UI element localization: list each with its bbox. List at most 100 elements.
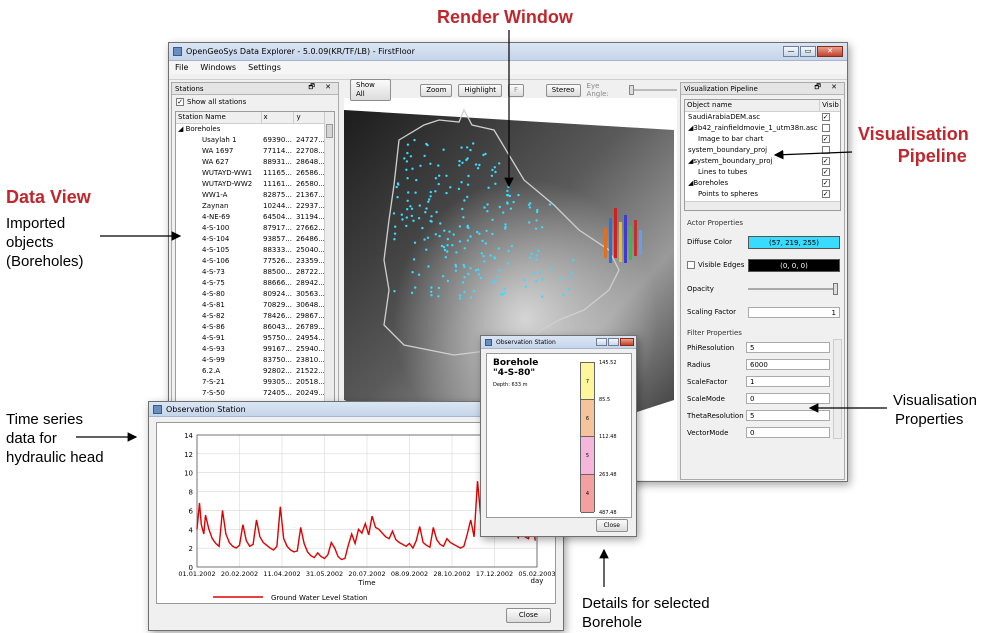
col-visible[interactable]: Visib [819, 100, 840, 112]
station-row[interactable]: 7-S-21 99305... 20518... [176, 376, 334, 387]
borehole-point [507, 185, 510, 189]
filter-value-input[interactable]: 0 [746, 427, 830, 438]
station-row[interactable]: 4-S-81 70829... 30648... [176, 299, 334, 310]
station-row[interactable]: 4-S-73 88500... 28722... [176, 266, 334, 277]
vis-pipeline-line1: Visualisation [858, 124, 969, 144]
stations-dock-controls[interactable]: 🗗 ✕ [308, 83, 335, 94]
station-row[interactable]: 4-S-80 80924... 30563... [176, 288, 334, 299]
zoom-button[interactable]: Zoom [420, 83, 453, 97]
menu-windows[interactable]: Windows [200, 63, 236, 72]
col-station-name[interactable]: Station Name [176, 112, 262, 124]
station-row[interactable]: 4-S-82 78426... 29867... [176, 310, 334, 321]
station-row[interactable]: 6.2.A 92802... 21522... [176, 365, 334, 376]
opacity-slider[interactable] [748, 283, 838, 295]
pipeline-item[interactable]: ◢3b42_rainfieldmovie_1_utm38n.asc [685, 122, 840, 133]
visible-edges-checkbox[interactable] [687, 261, 695, 269]
visibility-checkbox[interactable]: ✓ [821, 134, 830, 143]
menu-settings[interactable]: Settings [248, 63, 281, 72]
pipeline-item[interactable]: ◢system_boundary_proj ✓ [685, 155, 840, 166]
filter-value-input[interactable]: 0 [746, 393, 830, 404]
station-name-cell: 4-S-100 [202, 223, 230, 232]
borehole-point [437, 164, 440, 167]
col-object-name[interactable]: Object name [685, 100, 821, 112]
show-all-button[interactable]: Show All [350, 79, 391, 101]
filter-scrollbar[interactable] [833, 339, 842, 439]
show-all-checkbox[interactable]: ✓ [176, 98, 184, 106]
borehole-point [406, 151, 409, 155]
station-row[interactable]: Usaylah 1 69390... 24727... [176, 134, 334, 145]
pipeline-item[interactable]: SaudiArabiaDEM.asc ✓ [685, 111, 840, 122]
filter-value-input[interactable]: 5 [746, 342, 830, 353]
borehole-column: 7 145.52 6 85.5 5 112.48 4 263.48 487.48 [580, 360, 617, 516]
stations-header-row: Station Name x y [176, 112, 334, 124]
maximize-button[interactable]: ▭ [800, 46, 816, 57]
pipeline-item[interactable]: Points to spheres ✓ [685, 188, 840, 199]
borehole-point [476, 167, 480, 170]
pipeline-item[interactable]: system_boundary_proj [685, 144, 840, 155]
expand-arrow-icon[interactable]: ◢ [178, 125, 186, 133]
station-row[interactable]: 4-S-100 87917... 27662... [176, 222, 334, 233]
f-button[interactable]: F [508, 83, 525, 97]
station-row[interactable]: WUTAYD-WW1 11165... 26586... [176, 167, 334, 178]
menu-file[interactable]: File [175, 63, 188, 72]
station-row[interactable]: WUTAYD-WW2 11161... 26580... [176, 178, 334, 189]
borehole-point [469, 267, 472, 270]
col-x[interactable]: x [261, 112, 295, 124]
filter-value-input[interactable]: 5 [746, 410, 830, 421]
station-row[interactable]: 7-S-50 72405... 20249... [176, 387, 334, 398]
visibility-checkbox[interactable]: ✓ [821, 189, 830, 198]
borehole-close-x[interactable] [620, 338, 634, 346]
stations-scroll-thumb[interactable] [326, 124, 333, 138]
pipeline-hscrollbar[interactable] [685, 201, 840, 210]
station-row[interactable]: Zaynan 10244... 22937... [176, 200, 334, 211]
borehole-point [445, 174, 448, 177]
visibility-checkbox[interactable]: ✓ [821, 156, 830, 165]
visibility-checkbox[interactable] [821, 123, 830, 132]
highlight-button[interactable]: Highlight [458, 83, 503, 97]
y-tick-label: 12 [184, 451, 193, 459]
filter-value-input[interactable]: 1 [746, 376, 830, 387]
station-row[interactable]: 4-S-86 86043... 26789... [176, 321, 334, 332]
station-row[interactable]: WW1-A 82875... 21367... [176, 189, 334, 200]
close-button[interactable]: ✕ [817, 46, 843, 57]
stereo-button[interactable]: Stereo [545, 83, 581, 97]
borehole-close-button[interactable]: Close [595, 519, 628, 532]
observation-close-button[interactable]: Close [505, 608, 551, 623]
borehole-point [571, 271, 574, 274]
station-row[interactable]: 4-S-75 88666... 28942... [176, 277, 334, 288]
borehole-point [528, 206, 532, 209]
station-row[interactable]: 4-S-105 88333... 25040... [176, 244, 334, 255]
station-row[interactable]: 4-S-93 99167... 25940... [176, 343, 334, 354]
station-row[interactable]: 4-S-104 93857... 26486... [176, 233, 334, 244]
scaling-input[interactable]: 1 [748, 306, 840, 318]
filter-value-input[interactable]: 6000 [746, 359, 830, 370]
station-row[interactable]: 4-NE-69 64504... 31194... [176, 211, 334, 222]
borehole-min-button[interactable] [596, 338, 607, 346]
boreholes-group-row[interactable]: ◢ Boreholes [176, 123, 334, 134]
pipeline-tree[interactable]: Object name Visib SaudiArabiaDEM.asc ✓ ◢3b… [684, 99, 841, 211]
visibility-checkbox[interactable]: ✓ [821, 167, 830, 176]
borehole-max-button[interactable] [608, 338, 619, 346]
filter-row: PhiResolution 5 [681, 339, 844, 356]
minimize-button[interactable]: — [783, 46, 799, 57]
station-row[interactable]: 4-S-91 95750... 24954... [176, 332, 334, 343]
borehole-point [499, 293, 503, 296]
pipeline-item[interactable]: ◢Boreholes ✓ [685, 177, 840, 188]
pipeline-item[interactable]: Image to bar chart ✓ [685, 133, 840, 144]
stations-title: Stations [175, 84, 204, 93]
visibility-checkbox[interactable] [821, 145, 830, 154]
station-row[interactable]: WA 627 88931... 28648... [176, 156, 334, 167]
pipeline-item[interactable]: Lines to tubes ✓ [685, 166, 840, 177]
diffuse-color-button[interactable]: (57, 219, 255) [748, 235, 840, 249]
borehole-point [548, 203, 552, 206]
borehole-point [458, 240, 462, 243]
visibility-checkbox[interactable]: ✓ [821, 112, 830, 121]
station-row[interactable]: WA 1697 77114... 22708... [176, 145, 334, 156]
station-row[interactable]: 4-S-99 83750... 23810... [176, 354, 334, 365]
visibility-checkbox[interactable]: ✓ [821, 178, 830, 187]
station-row[interactable]: 4-S-106 77526... 23359... [176, 255, 334, 266]
pipeline-dock-controls[interactable]: 🗗 ✕ [814, 83, 841, 94]
edge-color-button[interactable]: (0, 0, 0) [748, 258, 840, 272]
eye-angle-slider[interactable] [628, 85, 678, 95]
station-x-cell: 69390... [263, 135, 292, 144]
